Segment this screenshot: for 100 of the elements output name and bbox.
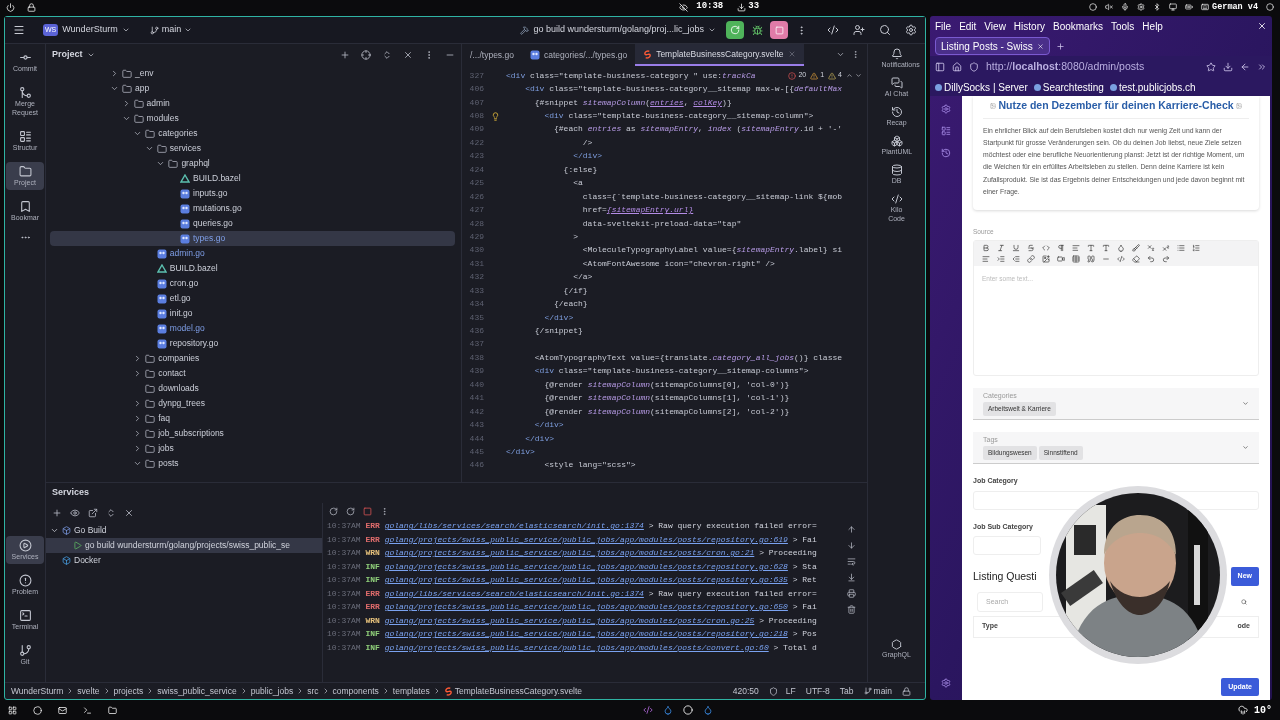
browser-tab[interactable]: Listing Posts - Swiss — [935, 37, 1050, 55]
breadcrumb[interactable]: TemplateBusinessCategory.svelte — [454, 684, 583, 698]
home-icon[interactable] — [952, 62, 962, 72]
folder-icon[interactable] — [108, 705, 117, 715]
apps-icon[interactable] — [8, 705, 17, 715]
eye-icon[interactable] — [70, 508, 80, 518]
service-item[interactable]: go build wundersturm/golang/projects/swiss_public_se — [46, 538, 322, 553]
encoding[interactable]: UTF-8 — [805, 684, 830, 698]
back-icon[interactable] — [1240, 62, 1250, 72]
chevron-down-icon[interactable] — [86, 51, 95, 59]
tree-item[interactable]: types.go — [50, 231, 455, 246]
indent-setting[interactable]: Tab — [839, 684, 854, 698]
print-icon[interactable] — [847, 589, 856, 598]
crosshair-icon[interactable] — [361, 50, 371, 60]
tree-item[interactable]: companies — [50, 351, 455, 366]
terminal-icon[interactable] — [83, 705, 92, 715]
menu-item[interactable]: Help — [1142, 18, 1163, 34]
editor-tab[interactable]: TemplateBusinessCategory.svelte — [635, 44, 804, 66]
log-source-link[interactable]: golang/libs/services/search/elasticsearch/init.go:1374 — [384, 521, 644, 530]
log-source-link[interactable]: golang/libs/services/search/elasticsearch/init.go:1374 — [384, 588, 644, 598]
log-source-link[interactable]: golang/projects/swiss_public_service/public_jobs/app/modules/posts/repository.go:635 — [384, 575, 788, 584]
tree-item[interactable]: init.go — [50, 306, 455, 321]
bookmark-link[interactable]: DillySocks | Server — [935, 79, 1028, 95]
chevron-down-icon[interactable] — [836, 50, 845, 59]
breadcrumb[interactable]: src — [307, 684, 319, 698]
tree-item[interactable]: inputs.go — [50, 186, 455, 201]
panel-icon[interactable] — [941, 126, 951, 136]
log-source-link[interactable]: golang/projects/swiss_public_service/public_jobs/app/modules/posts/repository.go:619 — [384, 534, 788, 544]
scroll-end-icon[interactable] — [847, 573, 856, 582]
paragraph-icon[interactable] — [1057, 243, 1065, 252]
mail-icon[interactable] — [58, 705, 67, 715]
cursor-position[interactable]: 420:50 — [732, 684, 759, 698]
arrow-up-icon[interactable] — [847, 525, 856, 534]
close-icon[interactable] — [1036, 42, 1044, 50]
image-icon[interactable] — [1042, 254, 1050, 263]
chevron-down-icon[interactable] — [156, 159, 166, 168]
color-icon[interactable] — [1117, 243, 1125, 252]
power-icon[interactable] — [6, 2, 15, 12]
table-icon[interactable] — [1072, 254, 1080, 263]
tree-item[interactable]: repository.go — [50, 336, 455, 351]
rerun-icon[interactable] — [346, 506, 355, 516]
branch-switcher[interactable]: main — [149, 23, 193, 37]
link-icon[interactable] — [1027, 254, 1035, 263]
menu-item[interactable]: Edit — [959, 18, 977, 34]
lock-icon[interactable] — [27, 2, 36, 12]
stop-icon[interactable] — [363, 506, 372, 516]
tree-item[interactable]: BUILD.bazel — [50, 171, 455, 186]
tree-item[interactable]: _env — [50, 66, 455, 81]
star-icon[interactable] — [1206, 62, 1216, 72]
breadcrumb[interactable]: public_jobs — [250, 684, 294, 698]
breadcrumb[interactable]: WunderSturm — [11, 684, 64, 698]
align-icon[interactable] — [982, 254, 990, 263]
new-tab-icon[interactable] — [1055, 41, 1065, 51]
run-button[interactable] — [726, 21, 744, 39]
tree-item[interactable]: graphql — [50, 156, 455, 171]
tree-item[interactable]: jobs — [50, 441, 455, 456]
sidebar-icon[interactable] — [935, 62, 945, 72]
tree-item[interactable]: etl.go — [50, 291, 455, 306]
code-block-icon[interactable] — [1117, 254, 1125, 263]
branch-indicator[interactable]: main — [863, 684, 892, 698]
overflow-icon[interactable] — [1257, 62, 1267, 72]
log-source-link[interactable]: golang/projects/swiss_public_service/public_jobs/app/modules/posts/cron.go:21 — [384, 548, 755, 557]
tree-item[interactable]: dynpg_trees — [50, 396, 455, 411]
chevron-down-icon[interactable] — [133, 459, 143, 468]
code-icon[interactable] — [827, 24, 839, 36]
tree-item[interactable]: cron.go — [50, 276, 455, 291]
dropdown-caret-icon[interactable] — [1242, 399, 1249, 407]
log-source-link[interactable]: golang/projects/swiss_public_service/public_jobs/app/modules/posts/cron.go:25 — [384, 615, 755, 625]
stop-button[interactable] — [770, 21, 788, 39]
arrow-down-icon[interactable] — [847, 541, 856, 550]
log-source-link[interactable]: golang/projects/swiss_public_service/public_jobs/app/modules/posts/repository.go:628 — [384, 561, 788, 571]
expand-icon[interactable] — [106, 508, 116, 518]
tree-item[interactable]: job_subscriptions — [50, 426, 455, 441]
breadcrumb[interactable]: components — [332, 684, 379, 698]
font-size-icon[interactable] — [1102, 243, 1110, 252]
bookmark-link[interactable]: Searchtesting — [1033, 79, 1104, 95]
chevron-down-icon[interactable] — [144, 144, 154, 153]
rerun-icon[interactable] — [329, 506, 338, 516]
add-icon[interactable] — [52, 508, 62, 518]
align-left-icon[interactable] — [1072, 243, 1080, 252]
shield-icon[interactable] — [969, 62, 979, 72]
panel-title[interactable]: Project — [52, 48, 83, 62]
chevron-down-icon[interactable] — [50, 526, 59, 535]
add-user-icon[interactable] — [853, 24, 865, 36]
keyboard-layout[interactable]: German v4 — [1212, 0, 1258, 14]
video-icon[interactable] — [1057, 254, 1065, 263]
tree-item[interactable]: categories — [50, 126, 455, 141]
log-source-link[interactable]: golang/projects/swiss_public_service/public_jobs/app/modules/posts/repository.go:218 — [384, 629, 788, 638]
run-configuration[interactable]: go build wundersturm/golang/proj...lic_jobs — [520, 23, 716, 37]
log-source-link[interactable]: golang/projects/swiss_public_service/public_jobs/app/modules/posts/convert.go:60 — [384, 642, 769, 652]
more-icon[interactable] — [380, 506, 389, 516]
download-icon[interactable] — [1223, 62, 1233, 72]
quote-icon[interactable] — [1087, 254, 1095, 263]
editor-tab[interactable]: categories/.../types.go — [521, 44, 636, 66]
breadcrumb[interactable]: svelte — [77, 684, 100, 698]
undo-icon[interactable] — [1147, 254, 1155, 263]
italic-icon[interactable] — [997, 243, 1005, 252]
tree-item[interactable]: admin — [50, 96, 455, 111]
service-item[interactable]: Docker — [46, 553, 322, 568]
circle-icon[interactable] — [682, 705, 693, 715]
